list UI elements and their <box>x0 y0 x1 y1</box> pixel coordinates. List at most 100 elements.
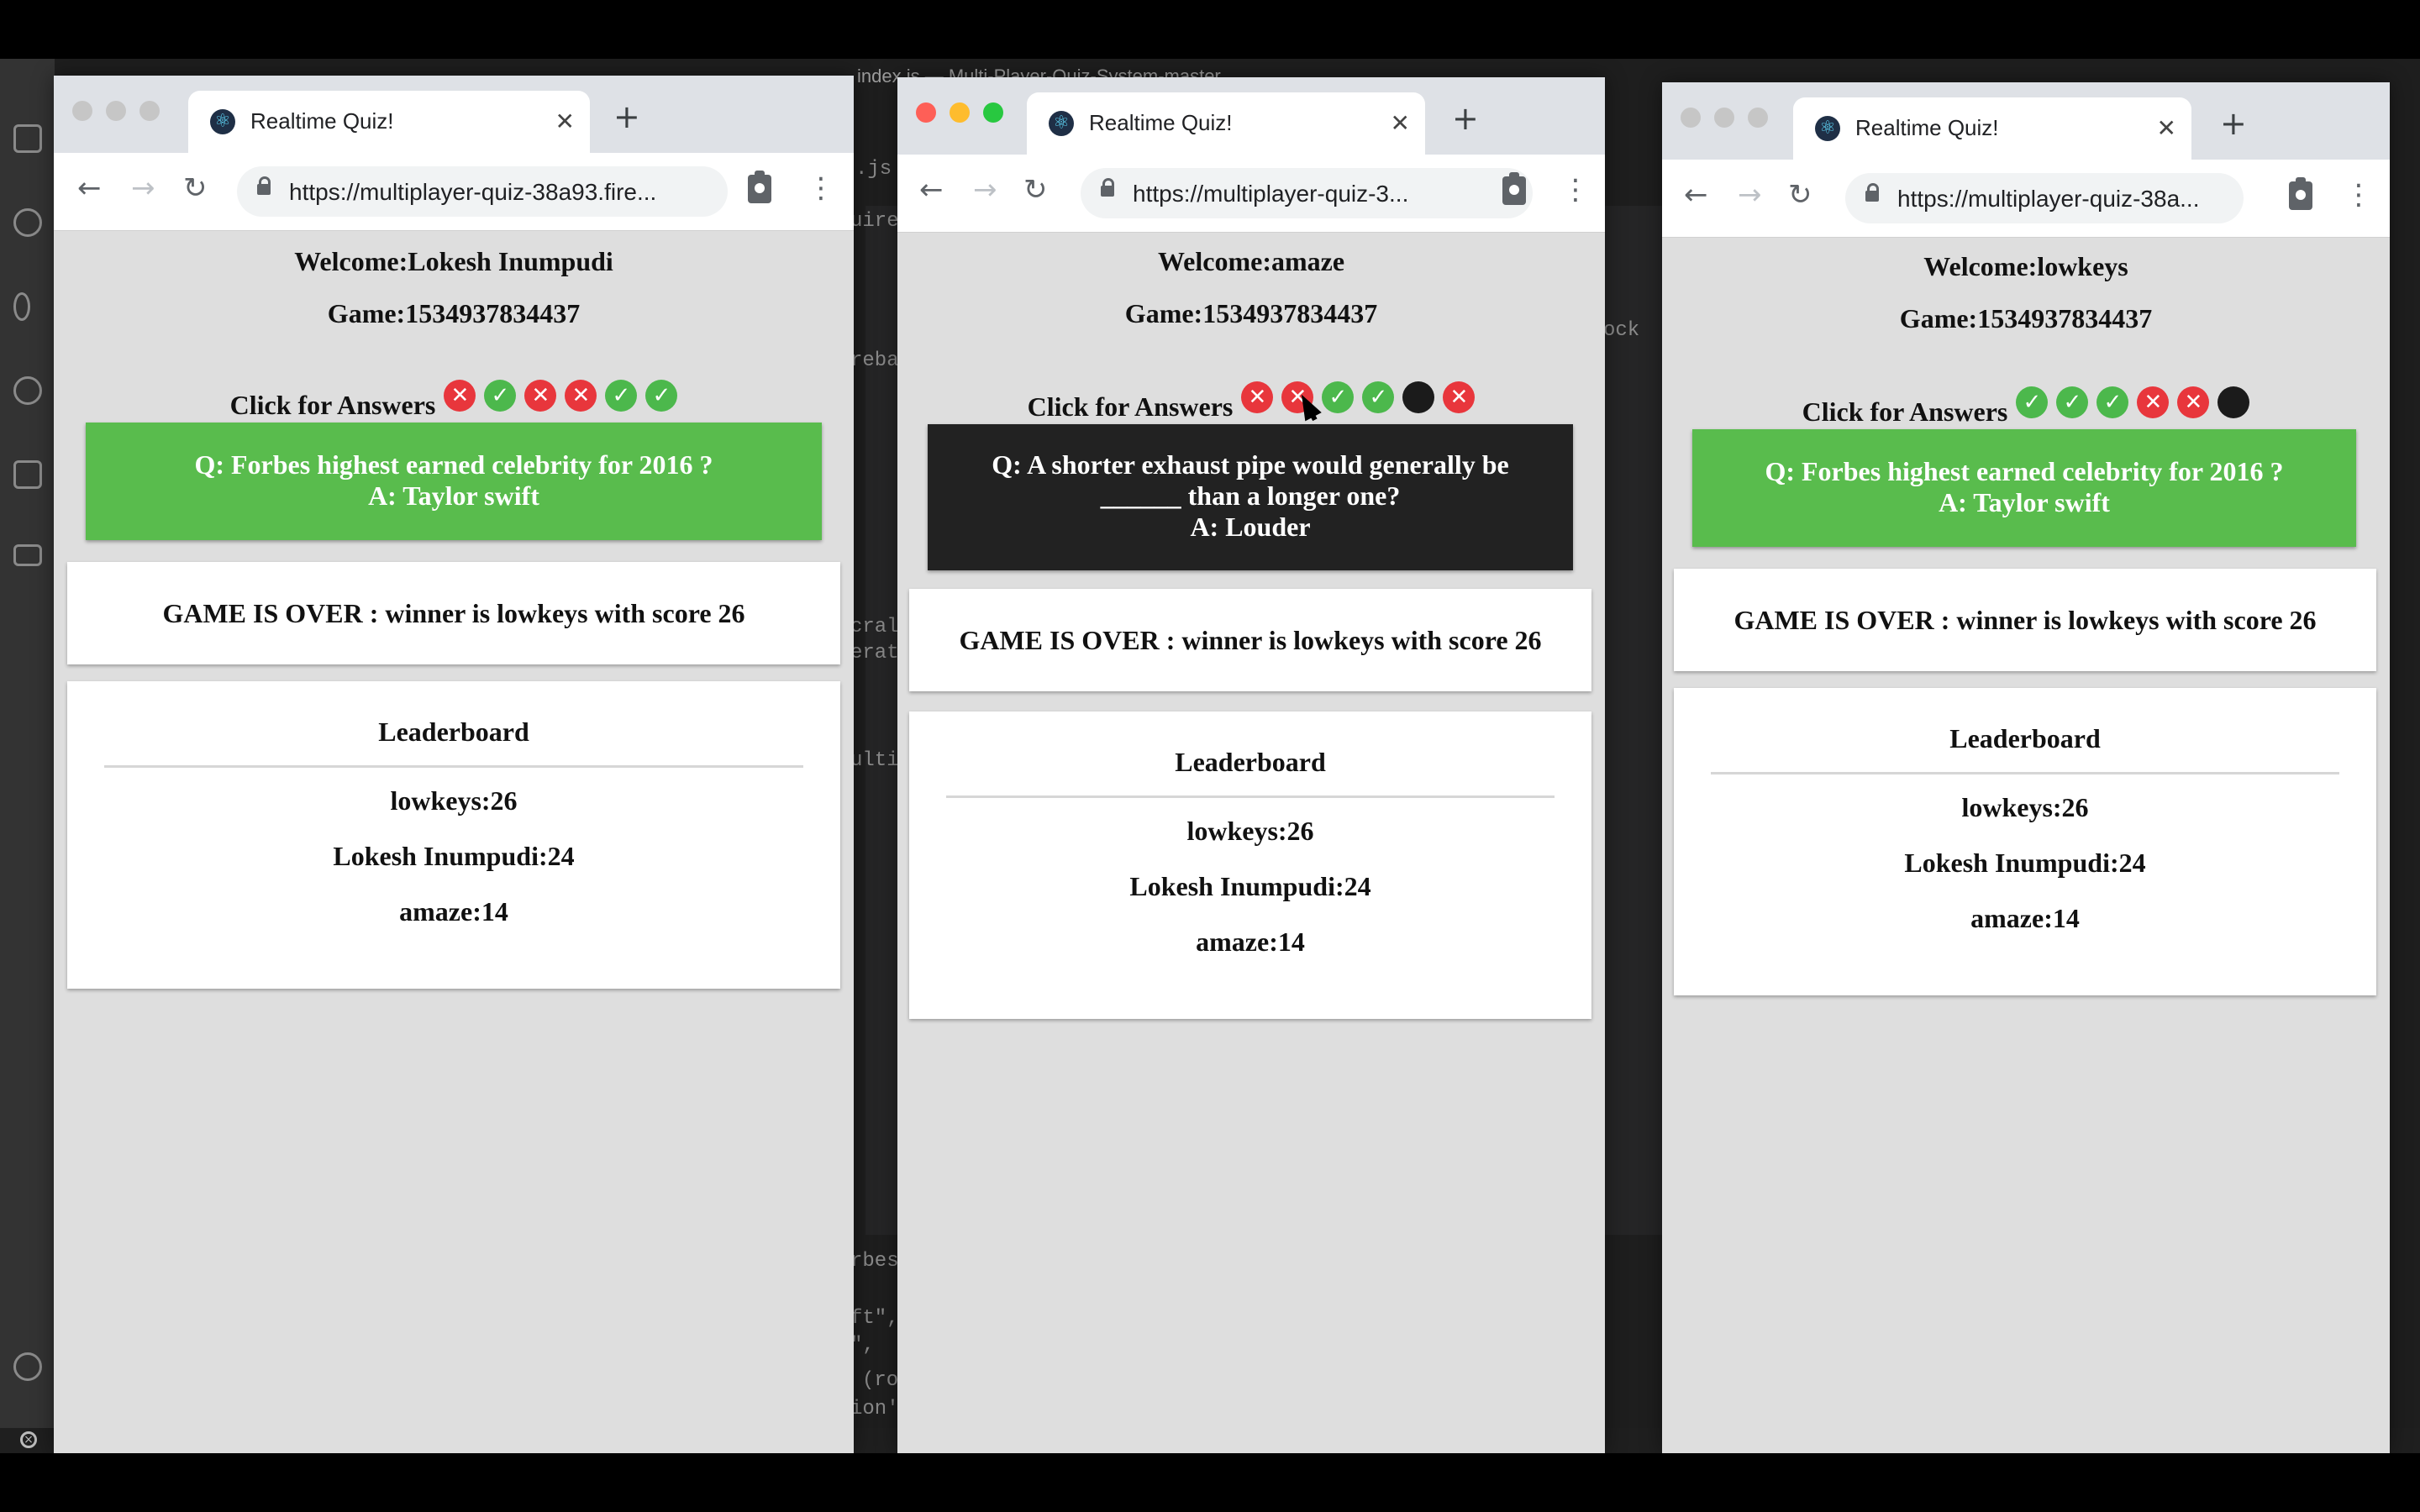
forward-arrow-icon[interactable]: → <box>131 171 155 205</box>
maximize-window-button[interactable] <box>1748 108 1768 128</box>
question-card[interactable]: Q: A shorter exhaust pipe would generall… <box>928 424 1573 570</box>
leaderboard-entry: amaze:14 <box>1196 927 1305 957</box>
minimize-window-button[interactable] <box>106 101 126 121</box>
minimize-window-button[interactable] <box>950 102 970 123</box>
question-text: Q: A shorter exhaust pipe would generall… <box>992 449 1509 480</box>
correct-answer-icon[interactable]: ✓ <box>605 379 638 412</box>
game-id-text: Game:1534937834437 <box>327 298 581 328</box>
tab-title: Realtime Quiz! <box>1089 110 1233 135</box>
browser-menu-icon[interactable]: ⋮ <box>1561 173 1590 207</box>
back-arrow-icon[interactable]: ← <box>919 173 944 207</box>
tab-realtime-quiz[interactable]: ⚛ Realtime Quiz! ✕ <box>1793 97 2191 160</box>
wrong-answer-icon[interactable]: ✕ <box>1241 381 1274 413</box>
wrong-answer-icon[interactable]: ✕ <box>2177 386 2210 418</box>
game-over-banner: GAME IS OVER : winner is lowkeys with sc… <box>67 562 840 664</box>
debug-icon[interactable] <box>13 376 42 405</box>
leaderboard-entry: amaze:14 <box>399 896 508 927</box>
lock-icon <box>257 176 271 195</box>
code-fragment: ulti <box>850 749 899 772</box>
leaderboard-entry: lowkeys:26 <box>1186 816 1314 846</box>
browser-menu-icon[interactable]: ⋮ <box>2344 178 2373 212</box>
code-fragment: reba <box>850 349 899 372</box>
question-card[interactable]: Q: Forbes highest earned celebrity for 2… <box>86 423 822 540</box>
extension-badge-icon[interactable] <box>1502 172 1526 205</box>
gear-icon[interactable] <box>13 1352 42 1381</box>
wrong-answer-icon[interactable]: ✕ <box>1443 381 1476 413</box>
correct-answer-icon[interactable]: ✓ <box>645 379 678 412</box>
url-text: https://multiplayer-quiz-38a93.fire... <box>289 179 657 205</box>
browser-menu-icon[interactable]: ⋮ <box>807 171 835 205</box>
tab-strip: ⚛ Realtime Quiz! ✕ + <box>897 77 1605 155</box>
reload-icon[interactable]: ↻ <box>1788 178 1812 212</box>
game-id-text: Game:1534937834437 <box>1899 303 2153 333</box>
question-card[interactable]: Q: Forbes highest earned celebrity for 2… <box>1692 429 2356 547</box>
error-count-icon[interactable]: × <box>20 1431 37 1448</box>
browser-window-lowkeys: ⚛ Realtime Quiz! ✕ + ← → ↻ https://multi… <box>1662 82 2390 1453</box>
forward-arrow-icon[interactable]: → <box>1738 178 1762 212</box>
wrong-answer-icon[interactable]: ✕ <box>2137 386 2170 418</box>
explorer-icon[interactable] <box>13 124 42 153</box>
close-window-button[interactable] <box>1681 108 1701 128</box>
leaderboard-card: Leaderboard lowkeys:26 Lokesh Inumpudi:2… <box>909 711 1591 1019</box>
correct-answer-icon[interactable]: ✓ <box>2096 386 2129 418</box>
search-icon[interactable] <box>13 208 42 237</box>
wrong-answer-icon[interactable]: ✕ <box>524 379 557 412</box>
reload-icon[interactable]: ↻ <box>1023 173 1048 207</box>
correct-answer-icon[interactable]: ✓ <box>2016 386 2049 418</box>
answer-text: A: Taylor swift <box>368 480 539 511</box>
new-tab-button[interactable]: + <box>2220 108 2247 139</box>
tab-close-icon[interactable]: ✕ <box>1391 109 1410 138</box>
welcome-text: Welcome:amaze <box>1157 246 1345 276</box>
correct-answer-icon[interactable]: ✓ <box>2056 386 2089 418</box>
correct-answer-icon[interactable]: ✓ <box>1322 381 1355 413</box>
url-text: https://multiplayer-quiz-3... <box>1133 181 1409 207</box>
wrong-answer-icon[interactable]: ✕ <box>444 379 476 412</box>
tab-strip: ⚛ Realtime Quiz! ✕ + <box>1662 82 2390 160</box>
close-window-button[interactable] <box>72 101 92 121</box>
extensions-icon[interactable] <box>13 460 42 489</box>
maximize-window-button[interactable] <box>139 101 160 121</box>
leaderboard-entry: lowkeys:26 <box>390 785 518 816</box>
browser-toolbar: ← → ↻ https://multiplayer-quiz-3... ⋮ <box>897 155 1605 233</box>
game-over-banner: GAME IS OVER : winner is lowkeys with sc… <box>909 589 1591 691</box>
close-window-button[interactable] <box>916 102 936 123</box>
tab-close-icon[interactable]: ✕ <box>2157 114 2176 143</box>
new-tab-button[interactable]: + <box>1452 102 1479 134</box>
correct-answer-icon[interactable]: ✓ <box>1362 381 1395 413</box>
minimize-window-button[interactable] <box>1714 108 1734 128</box>
address-bar[interactable]: https://multiplayer-quiz-3... <box>1081 168 1533 218</box>
tab-close-icon[interactable]: ✕ <box>555 108 575 136</box>
leaderboard-divider <box>946 795 1555 798</box>
window-controls <box>916 102 1017 127</box>
back-arrow-icon[interactable]: ← <box>77 171 102 205</box>
activity-bar <box>0 59 55 1453</box>
reload-icon[interactable]: ↻ <box>183 171 208 205</box>
answers-row: Click for Answers ✕ ✓ ✕ ✕ ✓ ✓ <box>54 379 854 422</box>
tab-realtime-quiz[interactable]: ⚛ Realtime Quiz! ✕ <box>188 91 590 153</box>
leaderboard-title: Leaderboard <box>1175 747 1326 777</box>
address-bar[interactable]: https://multiplayer-quiz-38a... <box>1845 173 2244 223</box>
source-control-icon[interactable] <box>13 292 30 321</box>
maximize-window-button[interactable] <box>983 102 1003 123</box>
tab-title: Realtime Quiz! <box>250 108 394 134</box>
tab-realtime-quiz[interactable]: ⚛ Realtime Quiz! ✕ <box>1027 92 1425 155</box>
leaderboard-title: Leaderboard <box>378 717 529 747</box>
wrong-answer-icon[interactable]: ✕ <box>565 379 597 412</box>
extension-badge-icon[interactable] <box>2289 177 2312 210</box>
address-bar[interactable]: https://multiplayer-quiz-38a93.fire... <box>237 166 728 217</box>
back-arrow-icon[interactable]: ← <box>1684 178 1708 212</box>
leaderboard-entry: lowkeys:26 <box>1961 792 2089 822</box>
correct-answer-icon[interactable]: ✓ <box>484 379 517 412</box>
forward-arrow-icon[interactable]: → <box>973 173 997 207</box>
game-over-banner: GAME IS OVER : winner is lowkeys with sc… <box>1674 569 2376 671</box>
browser-window-amaze: ⚛ Realtime Quiz! ✕ + ← → ↻ https://multi… <box>897 77 1605 1453</box>
tab-strip: ⚛ Realtime Quiz! ✕ + <box>54 76 854 153</box>
unanswered-icon[interactable] <box>2217 386 2250 418</box>
quiz-page: Welcome:amaze Game:1534937834437 Click f… <box>897 233 1605 1453</box>
code-fragment: ock <box>1603 319 1640 342</box>
leaderboard-divider <box>104 765 803 768</box>
extension-badge-icon[interactable] <box>748 171 771 203</box>
docker-icon[interactable] <box>13 544 42 566</box>
new-tab-button[interactable]: + <box>613 101 640 133</box>
unanswered-icon[interactable] <box>1402 381 1435 413</box>
